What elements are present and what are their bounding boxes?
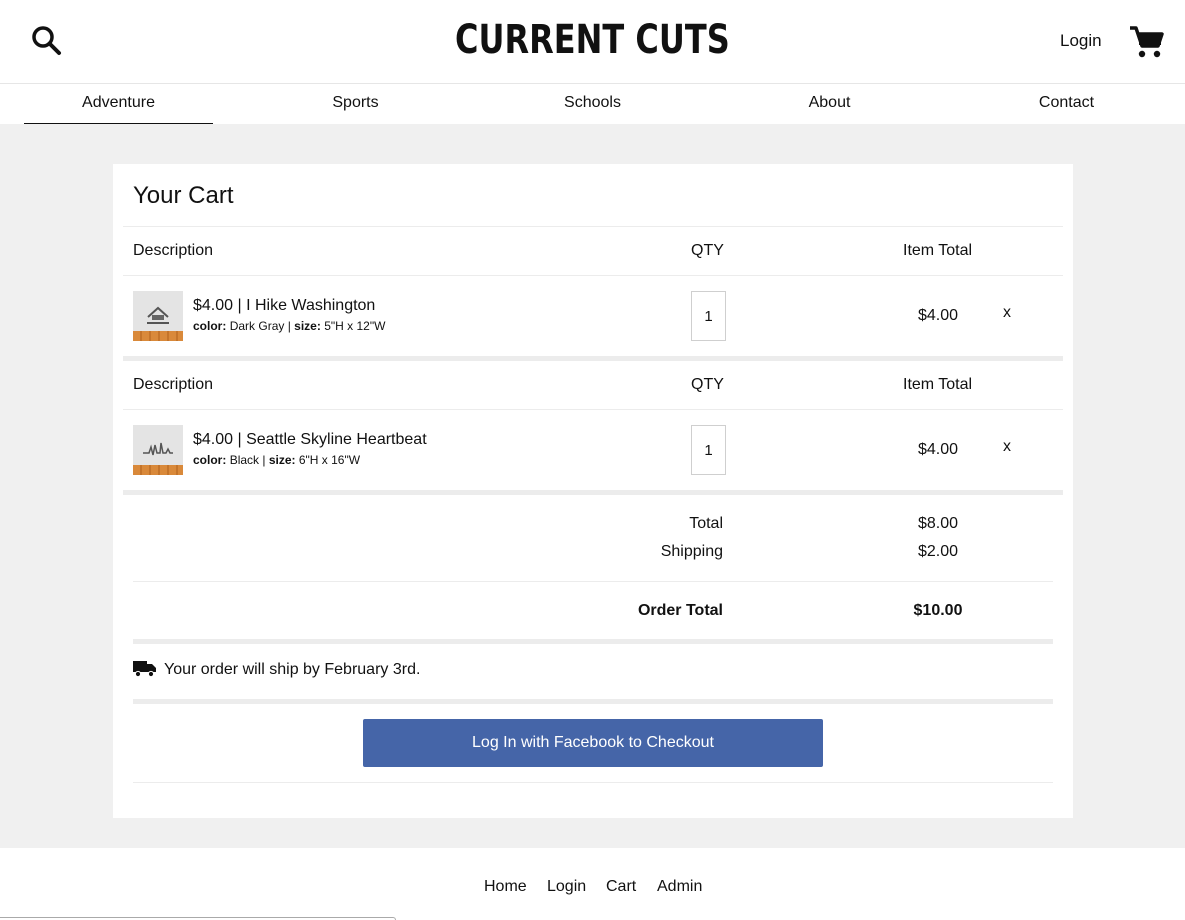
item-options: color: Dark Gray | size: 5"H x 12"W <box>193 319 386 333</box>
divider <box>133 699 1053 704</box>
divider <box>123 226 1063 227</box>
cart-icon <box>1128 26 1164 64</box>
footer-link-home[interactable]: Home <box>484 878 527 896</box>
divider <box>133 639 1053 644</box>
total-value: $8.00 <box>917 515 959 532</box>
item-options: color: Black | size: 6"H x 16"W <box>193 453 361 467</box>
search-button[interactable] <box>30 24 64 58</box>
cart-panel: Your Cart Description QTY Item Total $4.… <box>113 164 1073 818</box>
remove-item-button[interactable]: x <box>999 438 1015 456</box>
site-footer: Home Login Cart Admin <box>0 848 1185 920</box>
item-total: $4.00 <box>917 441 959 458</box>
search-icon <box>30 26 64 62</box>
column-header-item-total: Item Total <box>903 242 973 259</box>
item-total: $4.00 <box>917 307 959 324</box>
facebook-checkout-button[interactable]: Log In with Facebook to Checkout <box>363 719 823 767</box>
item-title[interactable]: $4.00 | Seattle Skyline Heartbeat <box>193 431 427 449</box>
nav-item-sports[interactable]: Sports <box>261 85 450 124</box>
shipping-note-text: Your order will ship by February 3rd. <box>164 661 421 678</box>
divider <box>123 275 1063 276</box>
quantity-input[interactable] <box>691 291 726 341</box>
truck-icon <box>133 661 164 678</box>
nav-item-about[interactable]: About <box>735 85 924 124</box>
divider <box>123 490 1063 495</box>
column-header-description: Description <box>133 376 214 393</box>
shipping-value: $2.00 <box>917 543 959 560</box>
total-label: Total <box>689 515 723 532</box>
order-total-value: $10.00 <box>913 602 963 619</box>
main-nav: Adventure Sports Schools About Contact <box>0 85 1185 124</box>
footer-link-login[interactable]: Login <box>547 878 586 896</box>
divider <box>133 782 1053 783</box>
footer-link-admin[interactable]: Admin <box>657 878 702 896</box>
product-thumbnail[interactable] <box>133 291 183 341</box>
divider <box>133 581 1053 582</box>
divider <box>123 356 1063 361</box>
main-content: Your Cart Description QTY Item Total $4.… <box>0 124 1185 848</box>
cart-button[interactable] <box>1128 24 1164 60</box>
column-header-qty: QTY <box>691 242 724 259</box>
header-login-link[interactable]: Login <box>1060 31 1102 51</box>
site-logo[interactable]: CURRENT CUTS <box>118 14 1066 66</box>
column-header-description: Description <box>133 242 214 259</box>
footer-link-cart[interactable]: Cart <box>606 878 636 896</box>
shipping-label: Shipping <box>660 543 723 560</box>
column-header-item-total: Item Total <box>903 376 973 393</box>
site-header: CURRENT CUTS Login <box>0 0 1185 84</box>
nav-item-schools[interactable]: Schools <box>498 85 687 124</box>
quantity-input[interactable] <box>691 425 726 475</box>
column-header-qty: QTY <box>691 376 724 393</box>
item-title[interactable]: $4.00 | I Hike Washington <box>193 297 375 315</box>
nav-item-adventure[interactable]: Adventure <box>24 85 213 124</box>
remove-item-button[interactable]: x <box>999 304 1015 322</box>
order-total-label: Order Total <box>637 602 723 619</box>
divider <box>123 409 1063 410</box>
cart-title: Your Cart <box>133 182 234 209</box>
shipping-note: Your order will ship by February 3rd. <box>133 660 420 679</box>
product-thumbnail[interactable] <box>133 425 183 475</box>
nav-item-contact[interactable]: Contact <box>972 85 1161 124</box>
